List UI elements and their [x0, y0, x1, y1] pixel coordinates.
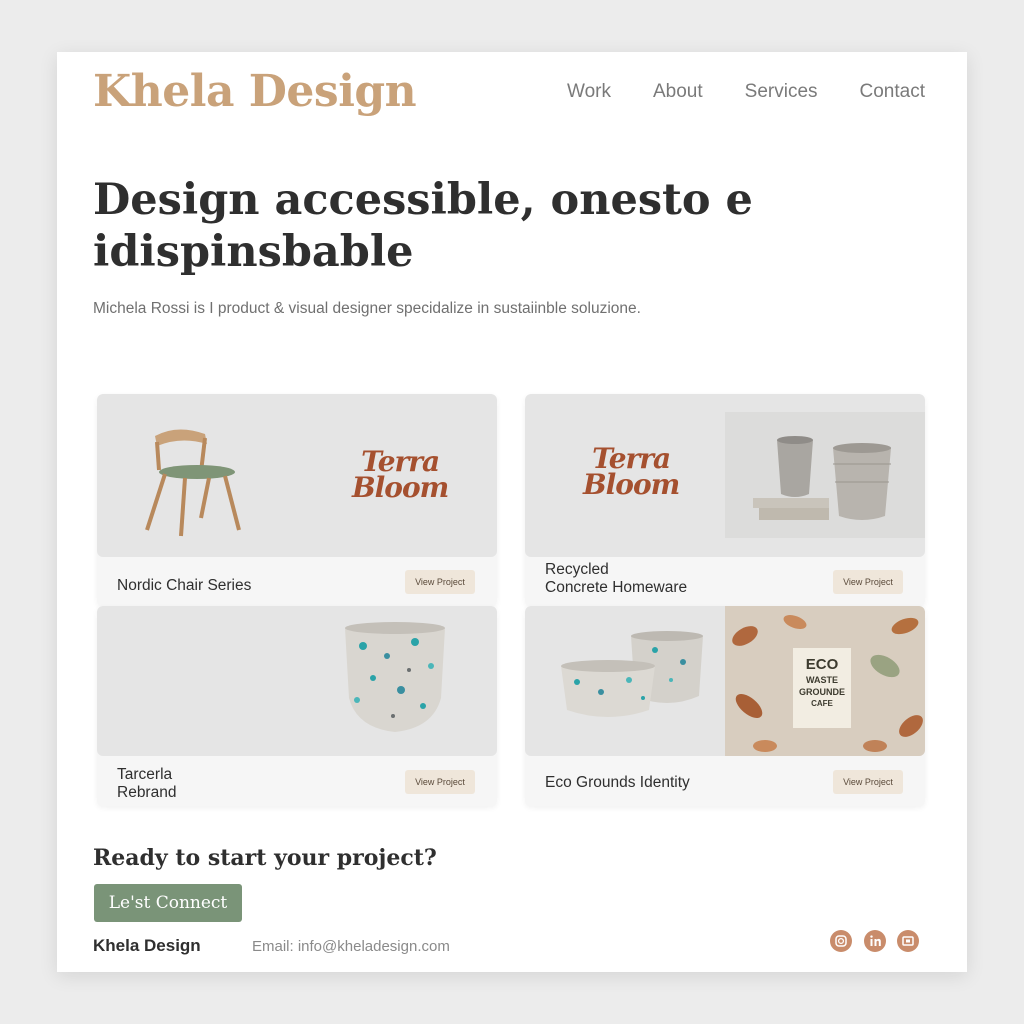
- hero-title-line1: Design accessible, onesto e: [93, 175, 753, 225]
- project-card-eco-grounds[interactable]: ECO WASTE GROUNDE CAFE Eco Grounds Ident…: [525, 606, 925, 806]
- footer-email[interactable]: Email: info@kheladesign.com: [252, 938, 450, 955]
- terrazzo-bowls-image: [561, 631, 703, 717]
- view-project-button[interactable]: View Project: [405, 770, 475, 794]
- logo-word-2: Bloom: [583, 468, 680, 501]
- project-image: Terra Bloom: [97, 394, 497, 557]
- nav-about[interactable]: About: [653, 81, 703, 103]
- poster-line: GROUNDE: [798, 687, 845, 697]
- project-title-line: Rebrand: [117, 784, 177, 801]
- project-title-line: Tarcerla: [117, 766, 173, 783]
- project-title: Recycled Concrete Homeware: [545, 561, 687, 597]
- linkedin-icon[interactable]: [864, 930, 886, 952]
- view-project-button[interactable]: View Project: [833, 770, 903, 794]
- instagram-glyph: [835, 935, 847, 947]
- terra-bloom-logo: Terra Bloom: [352, 448, 449, 504]
- hero-title-line2: idispinsbable: [93, 227, 414, 277]
- eco-poster-label: ECO WASTE GROUNDE CAFE: [793, 648, 851, 728]
- connect-button[interactable]: Le'st Connect: [94, 884, 242, 922]
- project-image: ECO WASTE GROUNDE CAFE: [525, 606, 925, 756]
- eco-poster: ECO WASTE GROUNDE CAFE: [725, 606, 925, 756]
- project-title: Tarcerla Rebrand: [117, 766, 176, 802]
- project-title: Nordic Chair Series: [117, 577, 251, 595]
- project-card-tarcerla[interactable]: Tarcerla Rebrand View Project: [97, 606, 497, 806]
- instagram-icon[interactable]: [830, 930, 852, 952]
- terra-bloom-logo: Terra Bloom: [583, 445, 680, 501]
- brand-logo[interactable]: Khela Design: [93, 66, 417, 117]
- project-title-line: Eco Grounds Identity: [545, 774, 690, 791]
- behance-glyph: [902, 936, 914, 946]
- nav-contact[interactable]: Contact: [860, 81, 925, 103]
- project-title-line: Recycled: [545, 561, 609, 578]
- project-title-line: Nordic Chair Series: [117, 577, 252, 594]
- hero-title: Design accessible, onesto e idispinsbabl…: [93, 174, 813, 278]
- project-image: [97, 606, 497, 756]
- cta-title: Ready to start your project?: [93, 845, 437, 871]
- nav-work[interactable]: Work: [567, 81, 611, 103]
- project-card-recycled-concrete[interactable]: Terra Bloom Recycled Concrete Homeware V…: [525, 394, 925, 606]
- view-project-button[interactable]: View Project: [833, 570, 903, 594]
- project-image: Terra Bloom: [525, 394, 925, 557]
- logo-word-2: Bloom: [352, 471, 449, 504]
- main-nav: Work About Services Contact: [567, 81, 925, 103]
- linkedin-glyph: [870, 935, 881, 946]
- footer-brand: Khela Design: [93, 936, 201, 955]
- concrete-vessels-image: [725, 412, 925, 538]
- project-title: Eco Grounds Identity: [545, 774, 690, 792]
- terrazzo-vase-image: [345, 622, 445, 732]
- poster-line: ECO: [805, 656, 839, 673]
- project-card-nordic-chair[interactable]: Terra Bloom Nordic Chair Series View Pro…: [97, 394, 497, 606]
- project-title-line: Concrete Homeware: [545, 579, 688, 596]
- poster-line: CAFE: [811, 699, 833, 708]
- hero-subtitle: Michela Rossi is I product & visual desi…: [93, 300, 641, 317]
- view-project-button[interactable]: View Project: [405, 570, 475, 594]
- behance-icon[interactable]: [897, 930, 919, 952]
- page-container: Khela Design Work About Services Contact…: [57, 52, 967, 972]
- poster-line: WASTE: [805, 675, 838, 685]
- nav-services[interactable]: Services: [745, 81, 818, 103]
